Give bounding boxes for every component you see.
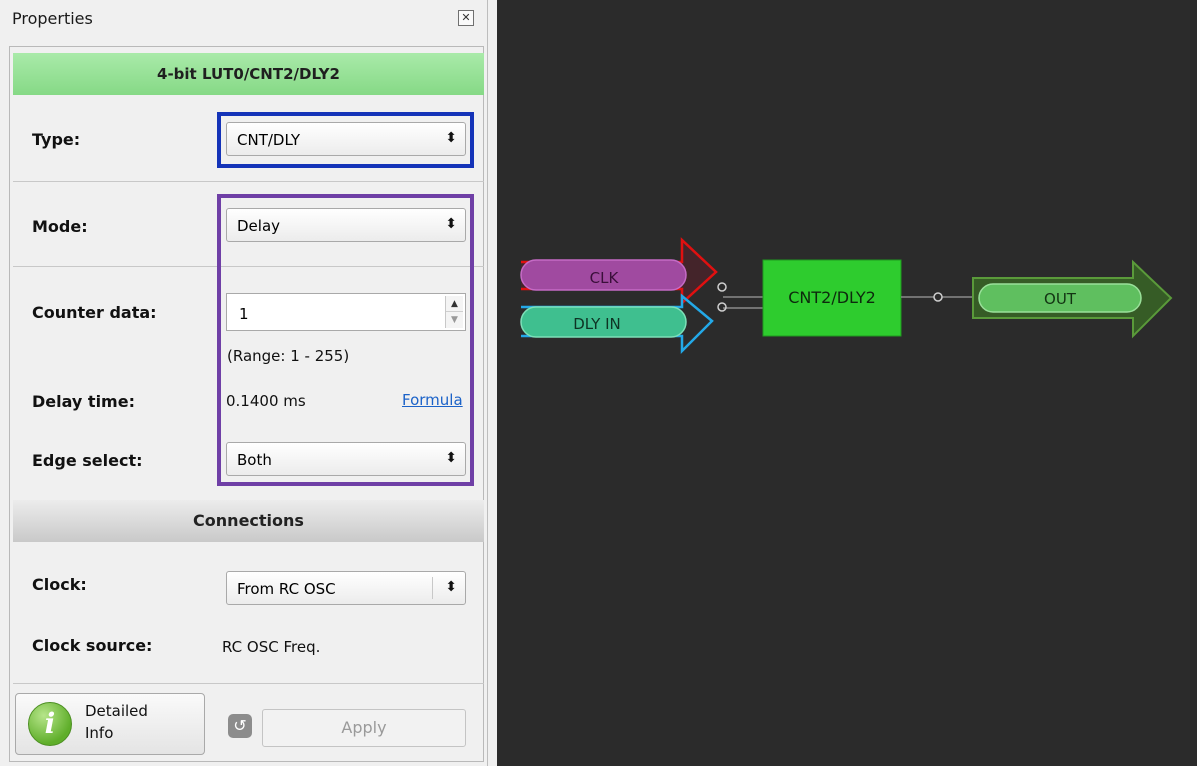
updown-arrows-icon: ⬍	[445, 579, 457, 595]
block-label: CNT2/DLY2	[788, 288, 876, 307]
info-icon: i	[28, 702, 72, 746]
clk-input-label: CLK	[590, 269, 620, 287]
panel-titlebar: Properties ✕	[0, 0, 488, 40]
detailed-info-label: Detailed Info	[85, 700, 148, 744]
schematic-drawing: CLK DLY IN CNT2/DLY2 OUT	[520, 237, 1173, 355]
connections-header: Connections	[13, 500, 484, 542]
detailed-info-line2: Info	[85, 724, 114, 742]
dly-in-pin[interactable]	[717, 302, 727, 312]
counter-data-label: Counter data:	[32, 303, 157, 322]
separator	[13, 683, 484, 684]
properties-panel: Properties ✕ 4-bit LUT0/CNT2/DLY2 Type: …	[0, 0, 488, 766]
panel-title: Properties	[12, 9, 93, 28]
out-output-label: OUT	[1044, 290, 1077, 308]
out-pin[interactable]	[933, 292, 943, 302]
edge-select-label: Edge select:	[32, 451, 143, 470]
type-highlight-box	[217, 112, 474, 168]
dly-in-input-label: DLY IN	[573, 315, 621, 333]
undo-icon[interactable]: ↺	[228, 714, 252, 738]
clock-select-value: From RC OSC	[237, 580, 336, 598]
clock-source-value: RC OSC Freq.	[222, 638, 321, 656]
clock-source-label: Clock source:	[32, 636, 153, 655]
separator	[13, 181, 484, 182]
combo-divider	[432, 577, 433, 599]
type-label: Type:	[32, 130, 81, 149]
component-header: 4-bit LUT0/CNT2/DLY2	[13, 53, 484, 95]
clk-pin[interactable]	[717, 282, 727, 292]
mode-label: Mode:	[32, 217, 88, 236]
close-icon[interactable]: ✕	[458, 10, 474, 26]
clock-select[interactable]: From RC OSC ⬍	[226, 571, 466, 605]
detailed-info-line1: Detailed	[85, 702, 148, 720]
clock-label: Clock:	[32, 575, 87, 594]
apply-button[interactable]: Apply	[262, 709, 466, 747]
delay-time-label: Delay time:	[32, 392, 135, 411]
settings-highlight-box	[217, 194, 474, 486]
detailed-info-button[interactable]: i Detailed Info	[15, 693, 205, 755]
schematic-canvas[interactable]: CLK DLY IN CNT2/DLY2 OUT	[497, 0, 1197, 766]
